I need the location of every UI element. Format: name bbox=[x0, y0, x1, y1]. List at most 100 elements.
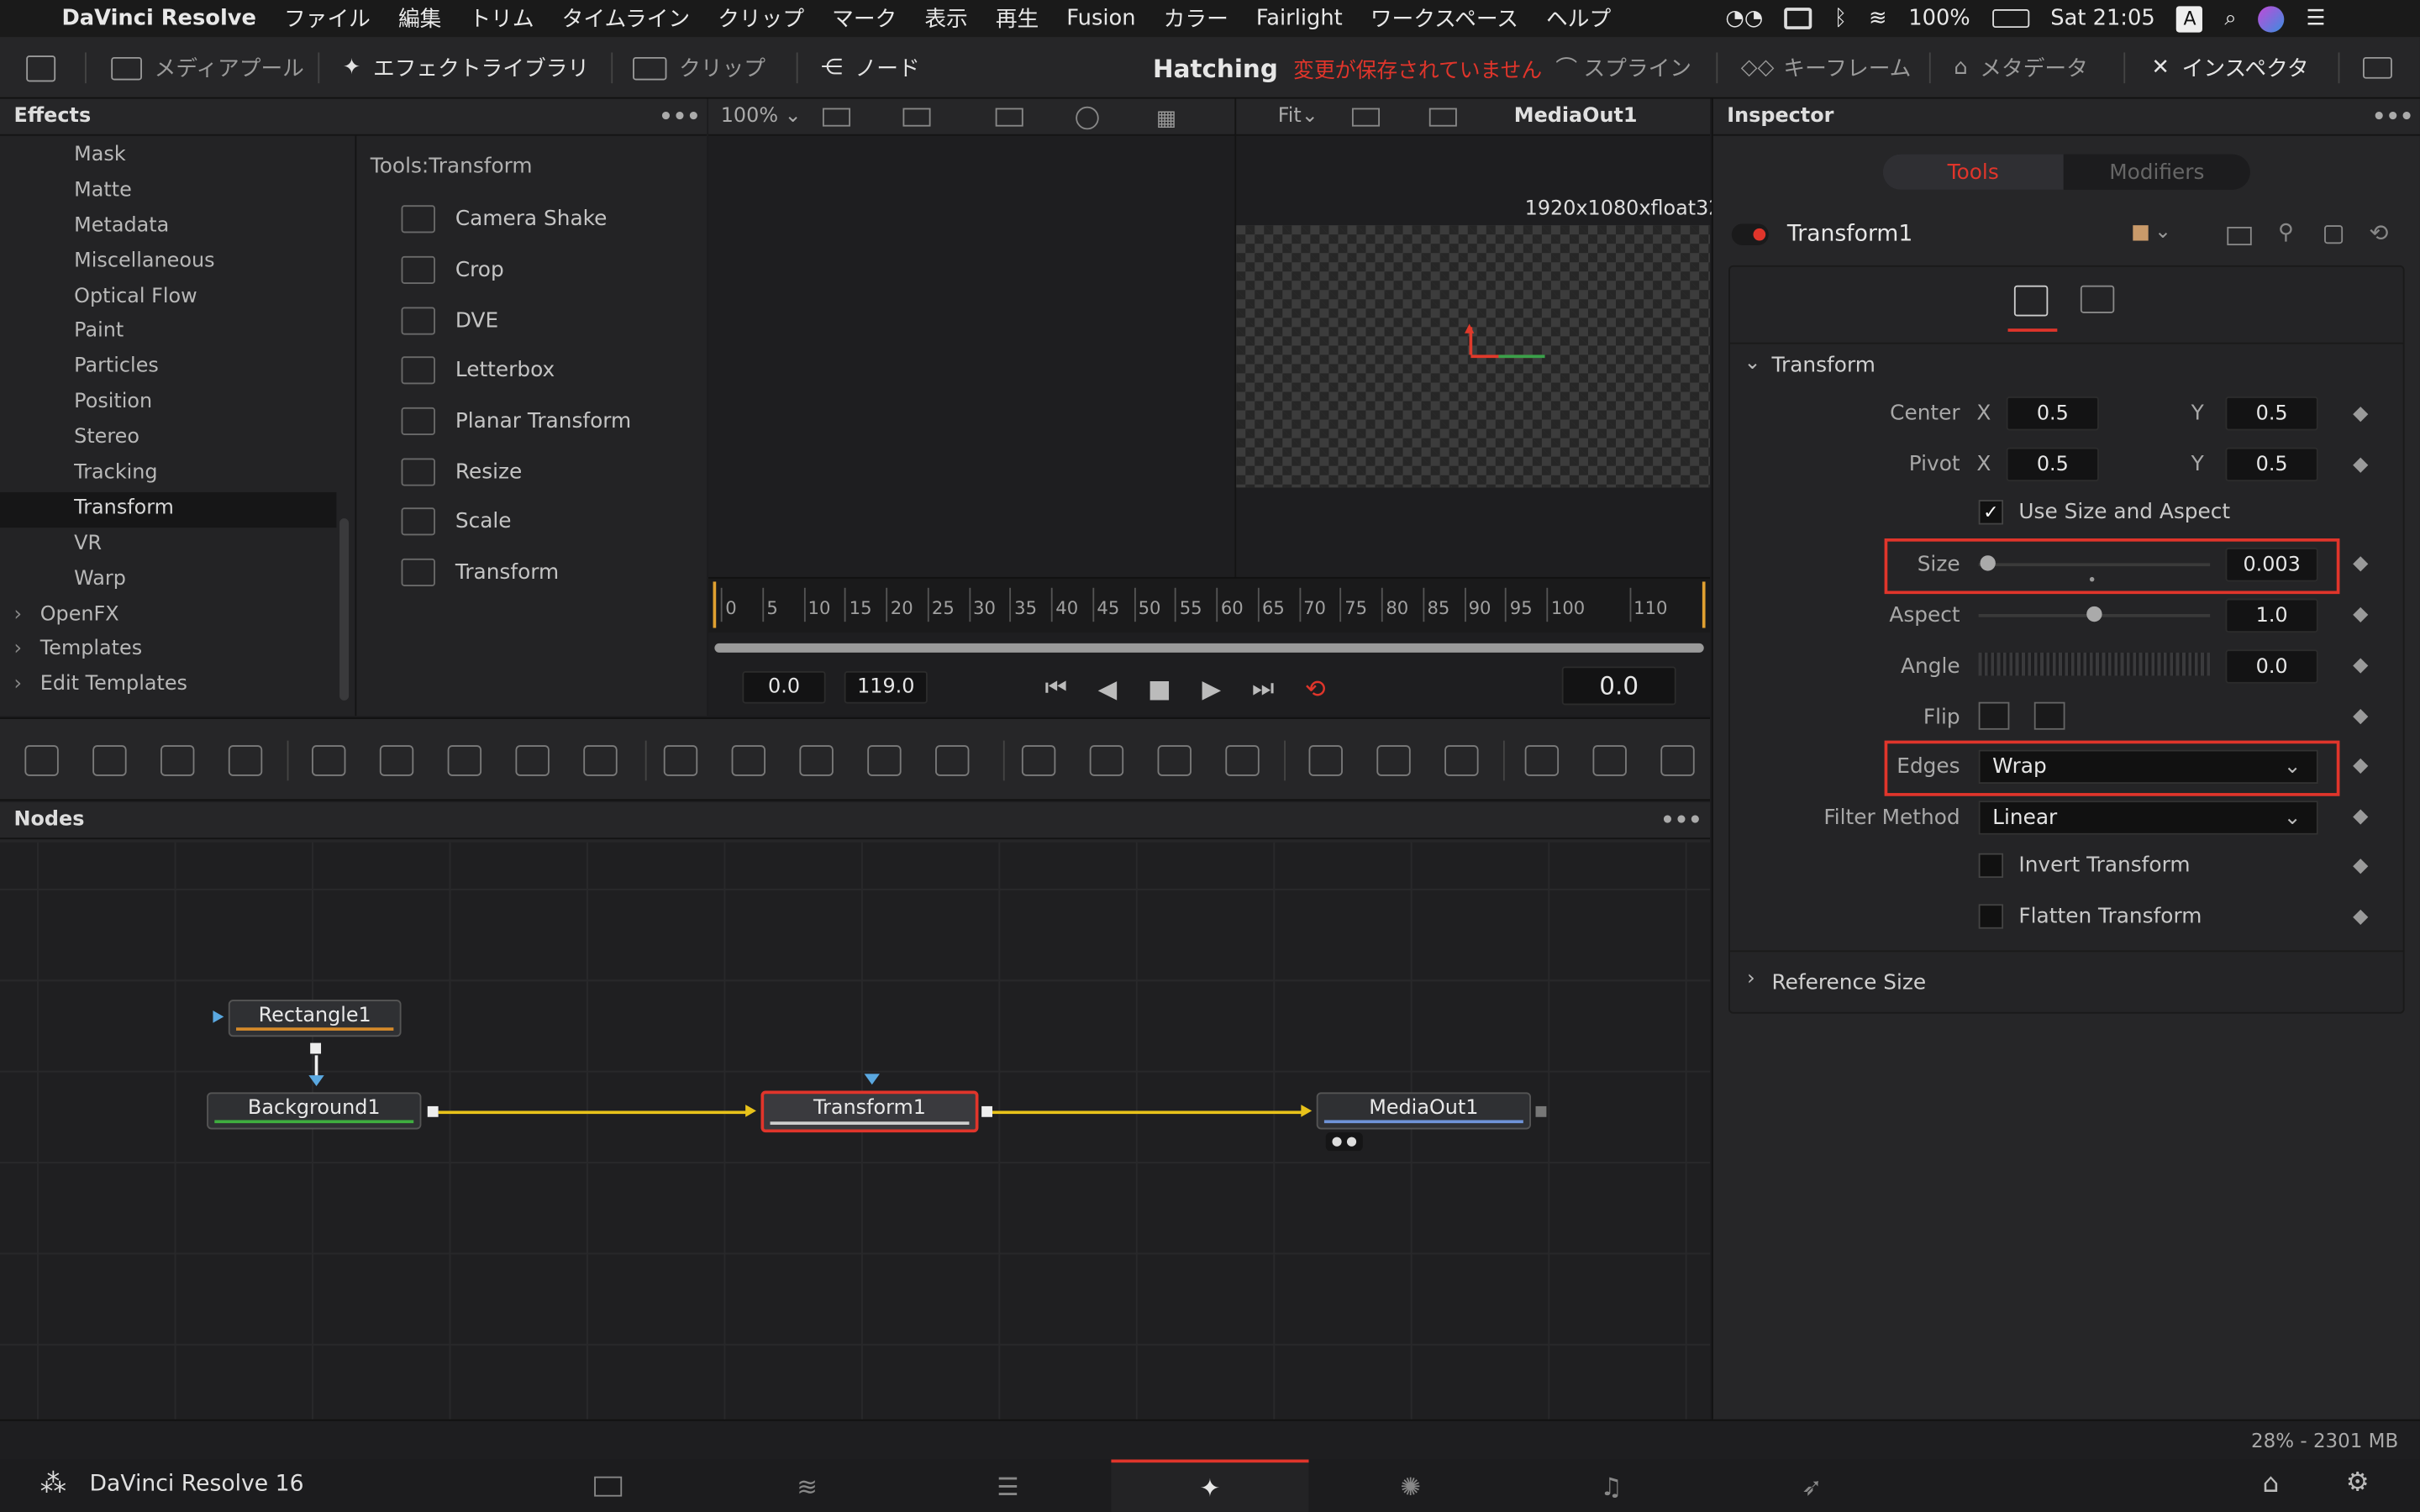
glasses-icon[interactable]: ◔◔ bbox=[1725, 6, 1763, 30]
time-ruler[interactable]: 0 5 10 15 20 25 30 35 40 45 50 55 60 65 70 75 80 85 90 95 10… bbox=[708, 576, 1711, 633]
layout-icon[interactable] bbox=[822, 108, 851, 127]
step-back-icon[interactable]: ◀ bbox=[1098, 674, 1118, 703]
tree-item-particles[interactable]: Particles bbox=[0, 351, 336, 386]
panel-toggle-button[interactable] bbox=[26, 37, 56, 98]
menu-file[interactable]: ファイル bbox=[284, 3, 371, 34]
time-scrubber[interactable] bbox=[714, 643, 1704, 653]
merge-icon[interactable] bbox=[663, 745, 698, 776]
viewer-dots-icon[interactable]: ● ● bbox=[1325, 1132, 1363, 1152]
tree-item-matte[interactable]: Matte bbox=[0, 174, 336, 209]
zoom-dropdown[interactable]: 100% ⌄ bbox=[721, 105, 802, 129]
tool-dve[interactable]: DVE bbox=[401, 295, 695, 345]
section-transform[interactable]: Transform bbox=[1772, 354, 1876, 378]
clock[interactable]: Sat 21:05 bbox=[2050, 6, 2154, 30]
angle-thumbwheel[interactable] bbox=[1978, 652, 2211, 676]
tree-item-metadata[interactable]: Metadata bbox=[0, 209, 336, 244]
tree-group-templates[interactable]: Templates bbox=[0, 633, 336, 669]
wifi-icon[interactable]: ≋ bbox=[1869, 6, 1887, 30]
battery-icon[interactable] bbox=[1991, 9, 2029, 29]
color-corrector-icon[interactable] bbox=[447, 745, 482, 776]
tracker-icon[interactable] bbox=[1444, 745, 1479, 776]
gear-icon[interactable]: ⚙ bbox=[2346, 1467, 2370, 1499]
menu-playback[interactable]: 再生 bbox=[996, 3, 1039, 34]
clip-button[interactable]: クリップ bbox=[633, 37, 765, 98]
node-enable-toggle[interactable] bbox=[1731, 223, 1769, 246]
shape3d-icon[interactable] bbox=[1524, 745, 1560, 776]
controls-tab-icon[interactable] bbox=[2013, 285, 2049, 317]
merge3d-icon[interactable] bbox=[1592, 745, 1627, 776]
play-icon[interactable]: ▶ bbox=[1202, 674, 1222, 703]
transform-widget[interactable]: ▲ bbox=[1465, 321, 1563, 367]
menu-help[interactable]: ヘルプ bbox=[1546, 3, 1611, 34]
center-y-field[interactable]: 0.5 bbox=[2225, 396, 2318, 431]
display-icon[interactable] bbox=[1785, 8, 1813, 29]
transform-tool-icon[interactable] bbox=[935, 745, 970, 776]
menu-workspace[interactable]: ワークスペース bbox=[1370, 3, 1518, 34]
bspline-mask-icon[interactable] bbox=[1225, 745, 1260, 776]
inspector-button[interactable]: ✕ インスペクタ bbox=[2151, 37, 2308, 98]
rectangle-mask-icon[interactable] bbox=[1021, 745, 1056, 776]
fullscreen-button[interactable] bbox=[2362, 37, 2392, 98]
end-frame-field[interactable]: 119.0 bbox=[844, 670, 928, 704]
text3d-icon[interactable] bbox=[1660, 745, 1695, 776]
lock-icon[interactable] bbox=[2324, 225, 2344, 244]
page-tab-fusion[interactable]: ✦ bbox=[1111, 1459, 1309, 1512]
flip-horizontal-icon[interactable] bbox=[1978, 701, 2010, 730]
viewer-name[interactable]: MediaOut1 bbox=[1514, 105, 1638, 129]
tree-item-stereo[interactable]: Stereo bbox=[0, 422, 336, 457]
ellipse-mask-icon[interactable] bbox=[1089, 745, 1124, 776]
use-size-aspect-checkbox[interactable]: ✓ bbox=[1978, 500, 2004, 525]
more-options-icon[interactable]: ••• bbox=[659, 105, 700, 129]
page-tab-cut[interactable]: ≋ bbox=[708, 1460, 906, 1512]
keyframes-button[interactable]: ◇◇ キーフレーム bbox=[1741, 37, 1912, 98]
tree-item-transform[interactable]: Transform bbox=[0, 491, 337, 528]
aspect-field[interactable]: 1.0 bbox=[2225, 598, 2318, 633]
tool-letterbox[interactable]: Letterbox bbox=[401, 346, 695, 396]
size-slider[interactable] bbox=[1978, 563, 2211, 567]
tree-item-warp[interactable]: Warp bbox=[0, 563, 336, 598]
tool-camera-shake[interactable]: Camera Shake bbox=[401, 194, 695, 244]
chevron-down-icon[interactable]: ⌄ bbox=[2154, 221, 2171, 244]
grid-icon[interactable]: ▦ bbox=[1156, 107, 1176, 131]
paint-icon[interactable] bbox=[228, 745, 263, 776]
current-frame-field[interactable]: 0.0 bbox=[1561, 666, 1676, 706]
color-channels-icon[interactable] bbox=[1076, 106, 1099, 130]
page-tab-media[interactable] bbox=[509, 1460, 707, 1512]
pin-icon[interactable]: ⚲ bbox=[2278, 221, 2294, 245]
spotlight-icon[interactable]: ⌕ bbox=[2224, 6, 2236, 30]
layout-icon-4[interactable] bbox=[1428, 108, 1457, 127]
tool-crop[interactable]: Crop bbox=[401, 244, 695, 295]
tool-planar-transform[interactable]: Planar Transform bbox=[401, 396, 695, 447]
invert-transform-checkbox[interactable] bbox=[1978, 853, 2004, 879]
color-curves-icon[interactable] bbox=[379, 745, 414, 776]
roi-icon[interactable] bbox=[995, 108, 1023, 127]
media-pool-button[interactable]: メディアプール bbox=[111, 37, 304, 98]
spline-button[interactable]: ⌒ スプライン bbox=[1555, 37, 1691, 98]
tool-scale[interactable]: Scale bbox=[401, 497, 695, 548]
pivot-y-field[interactable]: 0.5 bbox=[2225, 447, 2318, 482]
blur-icon[interactable] bbox=[583, 745, 618, 776]
expand-chevron-icon[interactable]: › bbox=[1747, 968, 1755, 991]
node-rectangle1[interactable]: Rectangle1 bbox=[228, 1000, 402, 1037]
menu-color[interactable]: カラー bbox=[1164, 3, 1228, 34]
menu-view[interactable]: 表示 bbox=[924, 3, 967, 34]
particle-render-icon[interactable] bbox=[1376, 745, 1411, 776]
channel-booleans-icon[interactable] bbox=[731, 745, 766, 776]
stop-icon[interactable]: ■ bbox=[1148, 674, 1171, 703]
center-x-field[interactable]: 0.5 bbox=[2006, 396, 2099, 431]
start-frame-field[interactable]: 0.0 bbox=[742, 670, 826, 704]
particles-icon[interactable] bbox=[312, 745, 346, 776]
aspect-slider-handle[interactable] bbox=[2086, 606, 2102, 622]
size-slider-handle[interactable] bbox=[1980, 555, 1996, 571]
tree-scrollbar[interactable] bbox=[339, 518, 350, 701]
loop-icon[interactable]: ⟲ bbox=[1305, 674, 1326, 703]
text-icon[interactable] bbox=[160, 745, 195, 776]
menu-clip[interactable]: クリップ bbox=[718, 3, 804, 34]
edges-dropdown[interactable]: Wrap ⌄ bbox=[1978, 749, 2318, 785]
section-reference-size[interactable]: Reference Size bbox=[1772, 970, 1927, 995]
flip-vertical-icon[interactable] bbox=[2033, 701, 2065, 730]
node-color-swatch[interactable] bbox=[2133, 225, 2149, 241]
tool-transform[interactable]: Transform bbox=[401, 548, 695, 598]
page-tab-deliver[interactable]: ➶ bbox=[1713, 1460, 1911, 1512]
layout-icon-3[interactable] bbox=[1351, 108, 1381, 127]
